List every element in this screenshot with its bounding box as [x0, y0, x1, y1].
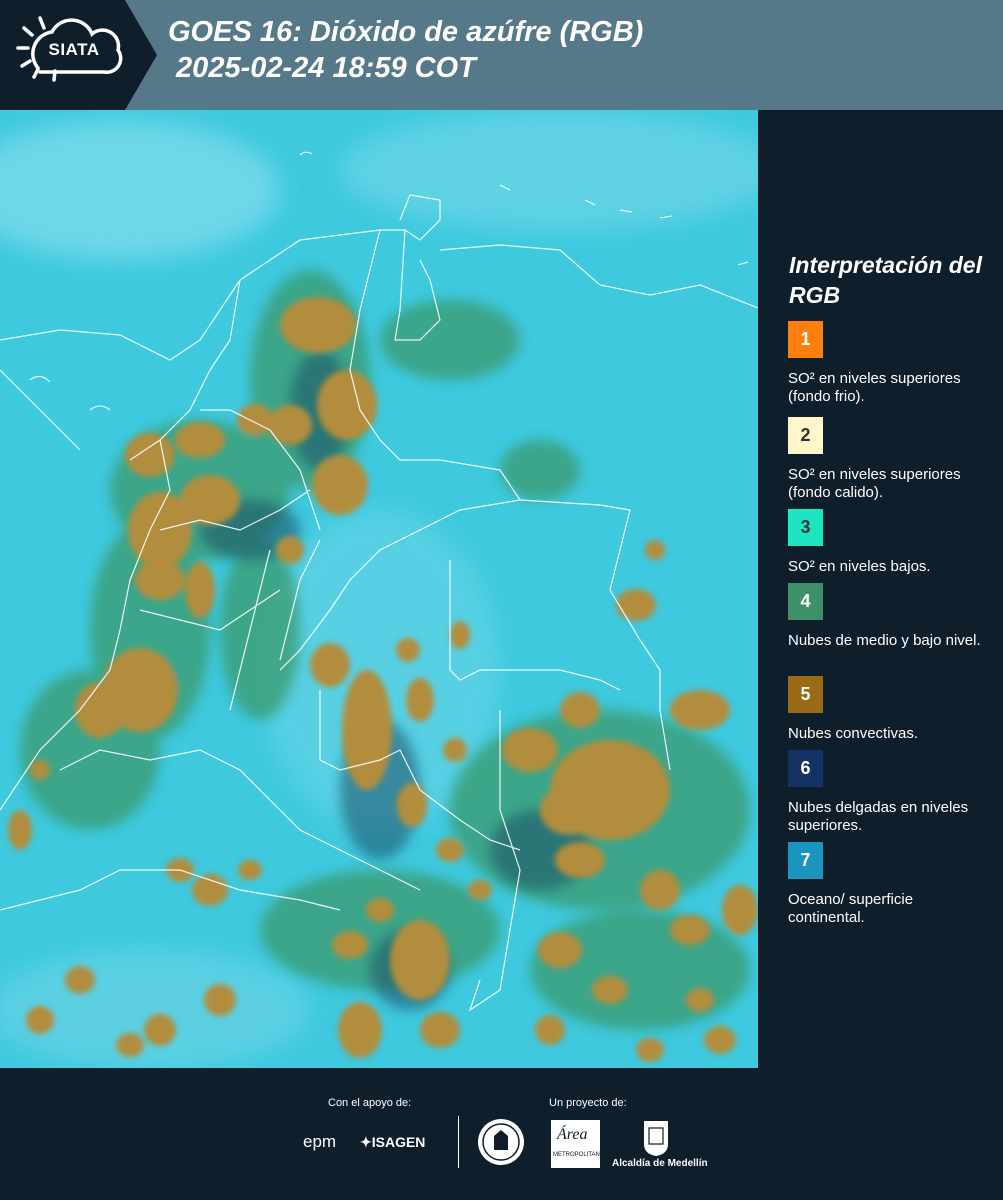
- legend-item-4: 4 Nubes de medio y bajo nivel.: [788, 583, 988, 650]
- legend-item-6: 6 Nubes delgadas en niveles superiores.: [788, 750, 988, 835]
- legend-label: Nubes delgadas en niveles superiores.: [788, 799, 969, 834]
- legend-swatch: 2: [788, 417, 823, 454]
- seal-logo: [478, 1119, 524, 1165]
- satellite-map: [0, 110, 758, 1068]
- legend-item-3: 3 SO² en niveles bajos.: [788, 509, 988, 576]
- alcaldia-shield-icon: [644, 1121, 668, 1156]
- legend-swatch: 1: [788, 321, 823, 358]
- metro-logo-text: Área: [557, 1126, 588, 1143]
- legend-title: Interpretación del RGB: [789, 252, 982, 308]
- legend-item-1: 1 SO² en niveles superiores (fondo frio)…: [788, 321, 988, 406]
- legend-swatch: 3: [788, 509, 823, 546]
- siata-logo: SIATA: [0, 0, 160, 110]
- legend-label: Nubes de medio y bajo nivel.: [788, 632, 981, 649]
- support-label: Con el apoyo de:: [328, 1097, 412, 1109]
- legend-label: SO² en niveles superiores (fondo calido)…: [788, 466, 961, 501]
- isagen-icon: ✦: [360, 1134, 372, 1150]
- legend-item-5: 5 Nubes convectivas.: [788, 676, 988, 743]
- header-bar: SIATA GOES 16: Dióxido de azúfre (RGB) 2…: [0, 0, 1003, 110]
- isagen-logo: ✦ISAGEN: [360, 1134, 425, 1151]
- footer-divider: [458, 1116, 459, 1168]
- footer-bar: Con el apoyo de: Un proyecto de: epm ✦IS…: [0, 1068, 1003, 1200]
- legend-swatch: 7: [788, 842, 823, 879]
- title-line-1: GOES 16: Dióxido de azúfre (RGB): [168, 16, 644, 48]
- title-line-2: 2025-02-24 18:59 COT: [168, 52, 476, 84]
- logo-text: SIATA: [48, 40, 100, 59]
- alcaldia-text: Alcaldía de Medellín: [612, 1158, 708, 1169]
- metro-logo-subtext: METROPOLITANA: [553, 1152, 604, 1158]
- isagen-logo-text: ISAGEN: [371, 1134, 426, 1150]
- legend-item-2: 2 SO² en niveles superiores (fondo calid…: [788, 417, 988, 502]
- legend-item-7: 7 Oceano/ superficie continental.: [788, 842, 988, 927]
- epm-logo: epm: [303, 1132, 337, 1151]
- page-title: GOES 16: Dióxido de azúfre (RGB) 2025-02…: [168, 14, 643, 86]
- metropolitana-logo: Área METROPOLITANA: [551, 1120, 604, 1168]
- project-label: Un proyecto de:: [549, 1097, 627, 1109]
- legend-label: Oceano/ superficie continental.: [788, 891, 914, 926]
- legend-swatch: 4: [788, 583, 823, 620]
- legend-panel: Interpretación del RGB 1 SO² en niveles …: [758, 110, 1003, 1068]
- legend-swatch: 5: [788, 676, 823, 713]
- legend-label: SO² en niveles superiores (fondo frio).: [788, 370, 961, 405]
- legend-label: Nubes convectivas.: [788, 725, 919, 742]
- legend-swatch: 6: [788, 750, 823, 787]
- legend-label: SO² en niveles bajos.: [788, 558, 931, 575]
- satellite-image: [0, 110, 758, 1068]
